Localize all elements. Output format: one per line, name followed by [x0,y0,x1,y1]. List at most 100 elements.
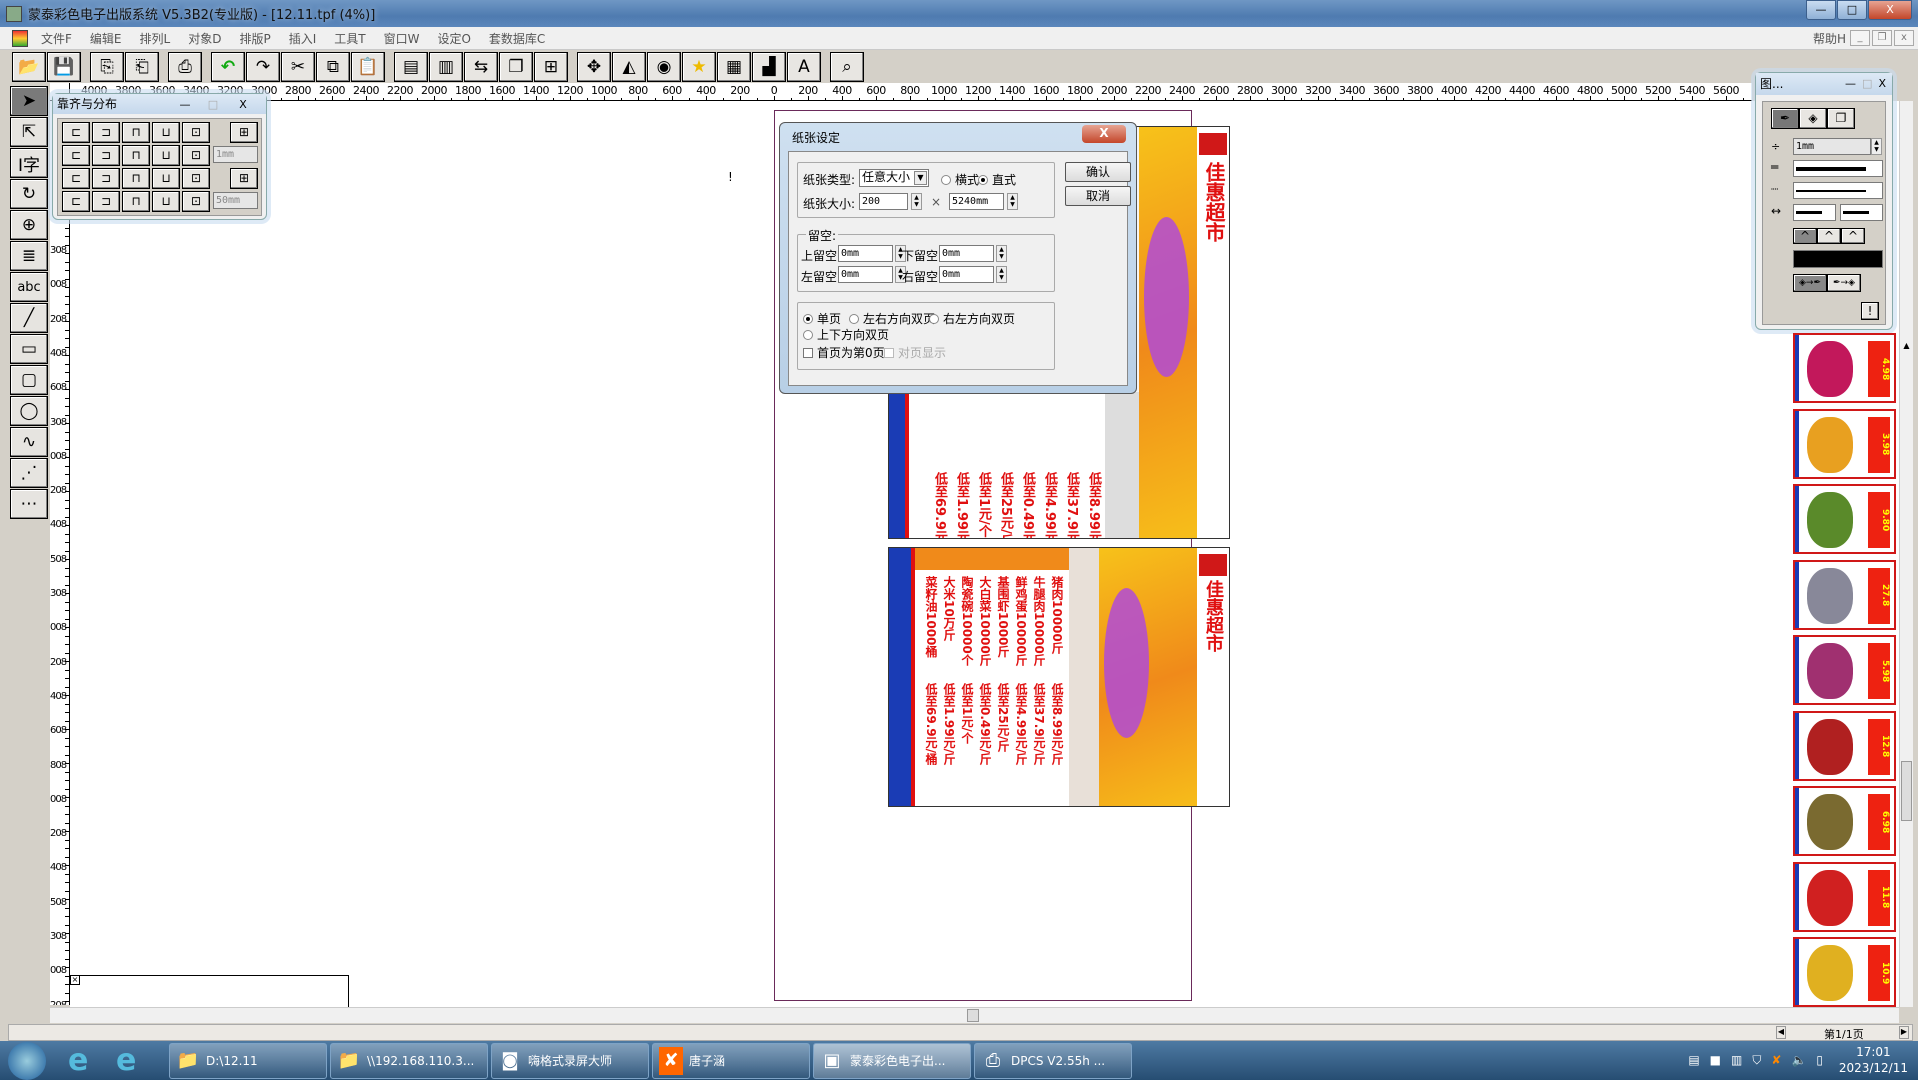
left-margin-input[interactable]: 0mm [838,266,893,283]
clock-date[interactable]: 2023/12/11 [1839,1060,1908,1076]
copy-button[interactable]: ⧉ [316,51,350,82]
align-button[interactable]: ⊐ [92,145,120,166]
save-button[interactable]: 💾 [47,51,81,82]
tool-ellipse[interactable]: ◯ [10,396,48,426]
keyboard-icon[interactable]: ▤ [1688,1053,1699,1068]
bottom-margin-input[interactable]: 0mm [939,245,994,262]
product-thumbnail[interactable]: 3.98 [1793,408,1896,479]
taskbar-item[interactable]: ◙ 嗨格式录屏大师 [491,1042,649,1079]
distribute-to-page-button[interactable]: ⊞ [230,168,258,189]
ok-button[interactable]: 确认 [1065,162,1131,182]
taskbar-item[interactable]: ⎙ DPCS V2.55h ... [974,1042,1132,1079]
print-button[interactable]: ⎙ [168,51,202,82]
taskbar-item[interactable]: ✘ 唐子涵 [652,1042,810,1079]
product-thumbnail[interactable]: 5.98 [1793,635,1896,705]
tray-x-icon[interactable]: ✘ [1771,1053,1781,1068]
mdi-restore-button[interactable]: ❐ [1872,30,1892,46]
menu-item[interactable]: 套数据库C [480,30,554,47]
tool-rectangle[interactable]: ▭ [10,334,48,364]
spacing-input[interactable]: 50mm [213,192,258,209]
lr-double-radio[interactable]: 左右方向双页 [849,310,935,327]
tool-select[interactable]: ➤ [10,86,48,116]
taskbar-item[interactable]: ▣ 蒙泰彩色电子出... [813,1042,971,1079]
align-button[interactable]: ⊐ [92,191,120,212]
tool-abc[interactable]: abc [10,272,48,302]
menu-item[interactable]: 编辑E [81,30,131,47]
join-round-icon[interactable]: ^ [1817,228,1841,244]
landscape-radio[interactable]: 横式 [941,171,979,188]
chart-button[interactable]: ▟ [752,51,786,82]
pen-tab-icon[interactable]: ✒ [1771,108,1799,129]
right-margin-spinner[interactable]: ▲ ▼ [996,266,1007,283]
open-button[interactable]: 📂 [12,51,46,82]
fill-to-pen-icon[interactable]: ◈→✒ [1793,274,1827,292]
send-back-button[interactable]: ▥ [429,51,463,82]
clock-time[interactable]: 17:01 [1839,1044,1908,1060]
save-as-button[interactable]: ⎘ [90,51,124,82]
product-thumbnail[interactable]: 4.98 [1793,333,1896,403]
redo-button[interactable]: ↷ [246,51,280,82]
product-thumbnail[interactable]: 9.80 [1793,484,1896,554]
product-thumbnail[interactable]: 10.9 [1793,937,1896,1007]
swap-layer-button[interactable]: ⇆ [464,51,498,82]
paper-width-input[interactable]: 200 [859,193,908,210]
align-button[interactable]: ⊓ [122,168,150,189]
join-miter-icon[interactable]: ^ [1793,228,1817,244]
start-button[interactable] [8,1041,46,1080]
panel-close-button[interactable]: X [228,95,258,115]
product-thumbnail[interactable]: 27.8 [1793,559,1896,630]
tool-rounded-rectangle[interactable]: ▢ [10,365,48,395]
mdi-close-button[interactable]: x [1894,30,1914,46]
star-button[interactable]: ★ [682,51,716,82]
dash-select[interactable] [1793,182,1883,199]
menu-item[interactable]: 排版P [230,30,279,47]
menu-item[interactable]: 设定O [428,30,479,47]
align-button[interactable]: ⊏ [62,191,90,212]
align-button[interactable]: ⊏ [62,168,90,189]
align-button[interactable]: ⊐ [92,122,120,143]
panel-close-button[interactable]: X [1878,73,1886,95]
first-page-zero-checkbox[interactable]: 首页为第0页 [803,344,885,361]
menu-item[interactable]: 对象D [179,30,230,47]
rl-double-radio[interactable]: 右左方向双页 [929,310,1015,327]
tb-double-radio[interactable]: 上下方向双页 [803,326,889,343]
volume-icon[interactable]: 🔈 [1791,1053,1806,1068]
product-thumbnail[interactable]: 12.8 [1793,710,1896,781]
align-button[interactable]: ⊓ [122,122,150,143]
vertical-scrollbar[interactable]: ▲ [1899,101,1913,1007]
close-button[interactable]: X [1868,0,1912,20]
panel-maximize-button[interactable]: □ [1862,73,1872,95]
align-button[interactable]: ⊔ [152,145,180,166]
align-button[interactable]: ⊡ [182,122,210,143]
shield-icon[interactable]: ⛉ [1752,1053,1761,1068]
align-button[interactable]: ⊔ [152,122,180,143]
line-type-select[interactable] [1793,160,1883,177]
top-margin-input[interactable]: 0mm [838,245,893,262]
tool-table[interactable]: ⋯ [10,489,48,519]
taskbar-item[interactable]: 📁 \\192.168.110.3... [330,1042,488,1079]
panel-maximize-button[interactable]: □ [200,95,226,115]
product-thumbnail[interactable]: 6.98 [1793,786,1896,856]
width-spinner[interactable]: ▲ ▼ [911,193,922,210]
ie-icon[interactable]: e [116,1043,158,1078]
horizontal-scrollbar[interactable] [50,1007,1899,1023]
export-button[interactable]: ⎗ [125,51,159,82]
menu-item[interactable]: 插入I [280,30,326,47]
tray-app-icon[interactable]: ■ [1710,1053,1721,1068]
network-icon[interactable]: ▯ [1816,1053,1823,1068]
pen-to-fill-icon[interactable]: ✒→◈ [1827,274,1861,292]
paper-type-select[interactable]: 任意大小 ▼ [859,169,929,187]
undo-button[interactable]: ↶ [211,51,245,82]
panel-minimize-button[interactable]: — [1845,73,1856,95]
tool-rotate[interactable]: ↻ [10,179,48,209]
line-width-spinner[interactable]: ▲ ▼ [1871,138,1882,155]
menu-item[interactable]: 排列L [131,30,180,47]
tool-curve[interactable]: ∿ [10,427,48,457]
minimize-button[interactable]: — [1806,0,1836,20]
cancel-button[interactable]: 取消 [1065,186,1131,206]
bottom-margin-spinner[interactable]: ▲ ▼ [996,245,1007,262]
taskbar-item[interactable]: 📁 D:\12.11 [169,1042,327,1079]
tool-zoom[interactable]: ⊕ [10,210,48,240]
align-button[interactable]: ⊔ [152,191,180,212]
spacing-input[interactable]: 1mm [213,146,258,163]
